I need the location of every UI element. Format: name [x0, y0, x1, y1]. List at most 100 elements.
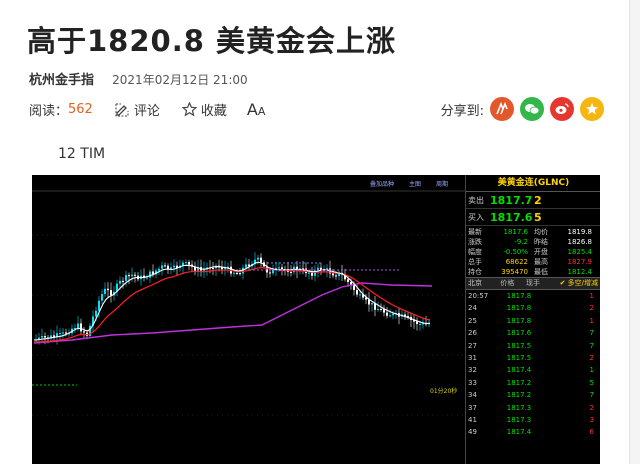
tick-row: 31 1817.5 2 — [466, 352, 600, 364]
buy-quote-row[interactable]: 买入 1817.6 5 — [466, 209, 600, 226]
candle-body — [131, 274, 133, 277]
wechat-icon[interactable] — [520, 97, 544, 121]
candle-body — [41, 336, 43, 338]
candle-body — [110, 290, 112, 296]
star-outline-icon — [181, 102, 197, 117]
byline: 杭州金手指 2021年02月12日 21:00 — [29, 69, 248, 88]
tick-vol: 2 — [589, 353, 594, 362]
tick-time: 24 — [468, 304, 477, 313]
publish-date: 2021年02月12日 21:00 — [112, 73, 248, 87]
candle-body — [281, 267, 283, 270]
quote-stats: 最新 1817.6 均价 1819.8 涨跌 -9.2 昨结 1826.8 幅度… — [466, 226, 600, 278]
comment-button[interactable]: 评论 — [115, 100, 160, 119]
tick-row: 49 1817.4 6 — [466, 426, 600, 438]
tick-header: 北京 价格 现手 ✔ 多空/增减 — [466, 278, 600, 290]
tick-time: 34 — [468, 391, 477, 400]
chart-header-period[interactable]: 周期 — [436, 180, 448, 188]
candle-body — [233, 272, 235, 274]
tick-row: 26 1817.6 7 — [466, 327, 600, 339]
stat-value: 1817.6 — [503, 228, 529, 236]
candle-body — [134, 274, 136, 276]
tick-header-flag[interactable]: ✔ 多空/增减 — [545, 278, 600, 289]
candle-body — [278, 267, 280, 269]
candle-body — [98, 300, 100, 311]
tick-price: 1817.8 — [506, 316, 532, 325]
candle-body — [212, 267, 214, 269]
tick-list: 20:57 1817.8 1 24 1817.8 2 25 1817.8 1 26 1817.… — [466, 290, 600, 439]
article-title: 高于1820.8 美黄金会上涨 — [27, 24, 397, 58]
author-name[interactable]: 杭州金手指 — [29, 73, 94, 88]
tick-time: 26 — [468, 329, 477, 338]
gold-chart-screenshot: 叠加品种 主图 周期 01分20秒 美黄金连(GLNC) 卖出 1817.7 2… — [32, 175, 600, 464]
reads-label: 阅读： — [29, 104, 69, 119]
stat-label: 幅度 — [468, 248, 482, 256]
tick-price: 1817.2 — [506, 378, 532, 387]
candle-body — [128, 275, 130, 277]
candle-body — [158, 268, 160, 271]
stat-value: 68622 — [505, 258, 528, 266]
stat-label: 持仓 — [468, 268, 482, 276]
candle-body — [119, 280, 121, 284]
tick-price: 1817.8 — [506, 292, 532, 300]
tick-vol: 6 — [589, 428, 594, 437]
tick-vol: 1 — [589, 316, 594, 325]
tick-time: 32 — [468, 366, 477, 375]
candle-body — [65, 332, 67, 334]
candle-body — [83, 331, 85, 333]
candle-body — [44, 336, 46, 338]
candle-body — [59, 333, 61, 335]
stat-label: 昨结 — [534, 238, 548, 246]
candle-body — [311, 272, 313, 276]
tick-row: 20:57 1817.8 1 — [466, 290, 600, 302]
candle-body — [356, 290, 358, 295]
sell-label: 卖出 — [468, 195, 484, 205]
stat-value: 1827.9 — [567, 258, 593, 266]
chart-header-overlay[interactable]: 叠加品种 — [370, 180, 394, 188]
stat-row: 最新 1817.6 均价 1819.8 — [466, 227, 600, 237]
stat-row: 涨跌 -9.2 昨结 1826.8 — [466, 237, 600, 247]
share-a-icon[interactable] — [490, 97, 514, 121]
article-toolbar: 阅读： 562 评论 收藏 AA — [29, 100, 265, 119]
candle-body — [260, 257, 262, 263]
tick-vol: 5 — [589, 378, 594, 387]
favorite-star-icon[interactable] — [580, 97, 604, 121]
font-size-button[interactable]: AA — [247, 100, 265, 119]
candle-body — [353, 284, 355, 291]
candle-body — [53, 335, 55, 337]
tick-time: 49 — [468, 428, 477, 437]
candle-body — [245, 264, 247, 268]
chart-header-main[interactable]: 主图 — [409, 180, 421, 188]
stat-value: 1825.4 — [567, 248, 593, 256]
candle-body — [383, 309, 385, 313]
stat-value: 1819.8 — [567, 228, 593, 236]
share-bar: 分享到: — [441, 97, 604, 121]
page-scrollbar[interactable] — [629, 0, 640, 464]
candle-body — [290, 271, 292, 273]
tick-time: 37 — [468, 403, 477, 412]
tick-price: 1817.6 — [506, 329, 532, 338]
candle-body — [377, 309, 379, 311]
candle-body — [62, 332, 64, 334]
edit-icon — [115, 103, 129, 117]
stat-value: 395470 — [501, 268, 528, 276]
stat-row: 幅度 -0.50% 开盘 1825.4 — [466, 247, 600, 257]
tick-price: 1817.3 — [506, 415, 532, 424]
stat-label: 总手 — [468, 258, 482, 266]
candle-body — [188, 262, 190, 265]
tick-row: 27 1817.5 7 — [466, 340, 600, 352]
candle-body — [392, 313, 394, 316]
stat-value: 1826.8 — [567, 238, 593, 246]
tick-vol: 1 — [589, 292, 594, 300]
candle-body — [104, 288, 106, 294]
candle-body — [239, 273, 241, 275]
buy-label: 买入 — [468, 212, 484, 222]
weibo-icon[interactable] — [550, 97, 574, 121]
candle-body — [224, 268, 226, 270]
tick-row: 33 1817.2 5 — [466, 377, 600, 389]
sell-quote-row[interactable]: 卖出 1817.7 2 — [466, 192, 600, 209]
stat-label: 涨跌 — [468, 238, 482, 246]
candle-body — [332, 273, 334, 276]
sell-lots: 2 — [534, 193, 542, 207]
candle-body — [149, 271, 151, 278]
favorite-button[interactable]: 收藏 — [181, 100, 227, 119]
